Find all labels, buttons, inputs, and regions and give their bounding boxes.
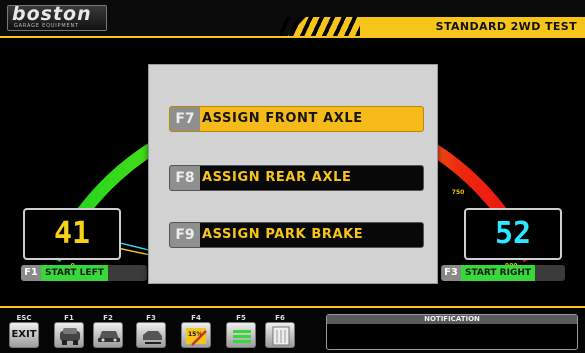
- exit-button[interactable]: ESC EXIT: [9, 314, 39, 348]
- f2-caption: F2: [103, 314, 113, 322]
- start-left-label: START LEFT: [41, 265, 108, 281]
- notification-panel: NOTIFICATION: [326, 314, 578, 350]
- f6-caption: F6: [275, 314, 285, 322]
- f4-caption: F4: [191, 314, 201, 322]
- f6-key-face: [265, 322, 295, 348]
- vehicle-side-icon: [143, 331, 162, 344]
- brand-logo: boston GARAGE EQUIPMENT: [7, 3, 107, 31]
- logo-subtext: GARAGE EQUIPMENT: [14, 23, 79, 29]
- assign-front-axle-button[interactable]: F7 ASSIGN FRONT AXLE: [169, 106, 424, 132]
- assign-front-axle-key: F7: [170, 107, 200, 131]
- notification-title: NOTIFICATION: [327, 315, 577, 324]
- start-left-button[interactable]: F1 START LEFT: [21, 265, 147, 281]
- assign-rear-axle-button[interactable]: F8 ASSIGN REAR AXLE: [169, 165, 424, 191]
- f3-caption: F3: [146, 314, 156, 322]
- f4-percentage-edit-button[interactable]: F4 15%: [181, 314, 211, 348]
- title-stripes-decoration: [280, 17, 360, 36]
- f5-key-face: [226, 322, 256, 348]
- assign-park-brake-button[interactable]: F9 ASSIGN PARK BRAKE: [169, 222, 424, 248]
- f6-calculator-button[interactable]: F6: [265, 314, 295, 348]
- f2-vehicle-front-button[interactable]: F2: [93, 314, 123, 348]
- f4-key-face: 15%: [181, 322, 211, 348]
- f2-key-face: [93, 322, 123, 348]
- assign-rear-axle-key: F8: [170, 166, 200, 190]
- page-title: STANDARD 2WD TEST: [435, 20, 577, 33]
- gauge-tick-label: 750: [452, 189, 465, 196]
- start-right-label: START RIGHT: [461, 265, 536, 281]
- settings-bars-icon: [233, 330, 251, 343]
- vehicle-rear-icon: [60, 328, 80, 345]
- calculator-icon: [272, 326, 290, 346]
- assign-front-axle-label: ASSIGN FRONT AXLE: [202, 111, 363, 126]
- exit-key-caption: ESC: [16, 314, 32, 322]
- f5-settings-bars-button[interactable]: F5: [226, 314, 256, 348]
- assign-park-brake-label: ASSIGN PARK BRAKE: [202, 227, 364, 242]
- left-force-readout: 41: [23, 208, 121, 260]
- f3-key-face: [136, 322, 166, 348]
- start-right-key: F3: [441, 265, 461, 281]
- logo-text: boston: [12, 3, 92, 25]
- start-left-key: F1: [21, 265, 41, 281]
- f5-caption: F5: [236, 314, 246, 322]
- f3-vehicle-side-button[interactable]: F3: [136, 314, 166, 348]
- f1-key-face: [54, 322, 84, 348]
- function-key-toolbar: ESC EXIT F1 F2 F3 F4 15% F5 F6 NOTIFICAT…: [0, 308, 585, 353]
- f1-vehicle-rear-button[interactable]: F1: [54, 314, 84, 348]
- assign-rear-axle-label: ASSIGN REAR AXLE: [202, 170, 352, 185]
- exit-label: EXIT: [11, 329, 37, 340]
- f1-caption: F1: [64, 314, 74, 322]
- start-right-button[interactable]: F3 START RIGHT: [441, 265, 565, 281]
- assign-park-brake-key: F9: [170, 223, 200, 247]
- exit-icon: EXIT: [9, 322, 39, 348]
- vehicle-front-icon: [98, 331, 120, 342]
- axle-assign-dialog: F7 ASSIGN FRONT AXLE F8 ASSIGN REAR AXLE…: [148, 64, 438, 284]
- header: boston GARAGE EQUIPMENT STANDARD 2WD TES…: [0, 0, 585, 36]
- percentage-edit-icon: 15%: [186, 328, 207, 346]
- right-force-readout: 52: [464, 208, 562, 260]
